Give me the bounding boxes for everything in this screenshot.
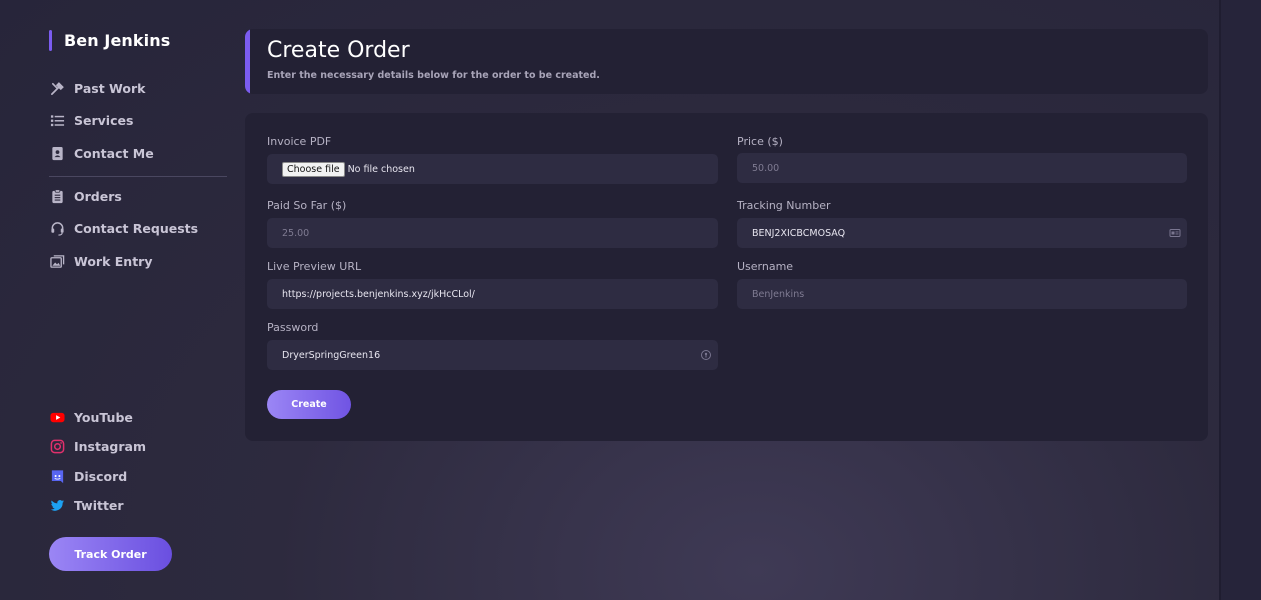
twitter-icon xyxy=(49,497,65,513)
paid-label: Paid So Far ($) xyxy=(267,199,347,212)
nav-item-past-work[interactable]: Past Work xyxy=(49,78,145,98)
nav-label: Contact Requests xyxy=(74,220,199,236)
price-label: Price ($) xyxy=(737,135,783,148)
nav-label: Services xyxy=(74,112,134,128)
paid-input[interactable]: 25.00 xyxy=(267,218,718,248)
social-youtube[interactable]: YouTube xyxy=(49,407,133,427)
page-title: Create Order xyxy=(267,38,410,63)
tracking-label: Tracking Number xyxy=(737,199,831,212)
social-discord[interactable]: Discord xyxy=(49,466,127,486)
nav-label: Work Entry xyxy=(74,253,153,269)
tracking-input[interactable]: BENJ2XICBCMOSAQ xyxy=(737,218,1187,248)
page-header: Create Order Enter the necessary details… xyxy=(245,29,1208,94)
social-twitter[interactable]: Twitter xyxy=(49,495,124,515)
social-label: Twitter xyxy=(74,497,124,513)
instagram-icon xyxy=(49,438,65,454)
nav-label: Past Work xyxy=(74,80,146,96)
youtube-icon xyxy=(49,409,65,425)
file-status: No file chosen xyxy=(347,163,415,175)
invoice-label: Invoice PDF xyxy=(267,135,332,148)
sidebar: Ben Jenkins Past Work Services Contact M… xyxy=(0,0,245,600)
scrollbar-track[interactable] xyxy=(1219,0,1261,600)
paid-placeholder: 25.00 xyxy=(282,227,310,239)
preview-url-value: https://projects.benjenkins.xyz/jkHcCLol… xyxy=(282,288,475,300)
discord-icon xyxy=(49,468,65,484)
social-label: Discord xyxy=(74,468,128,484)
nav-item-contact-requests[interactable]: Contact Requests xyxy=(49,218,198,238)
brand-name: Ben Jenkins xyxy=(64,30,171,50)
brand-accent-bar xyxy=(49,29,52,51)
key-icon[interactable] xyxy=(700,349,712,361)
nav-item-contact-me[interactable]: Contact Me xyxy=(49,143,154,163)
nav-label: Contact Me xyxy=(74,145,154,161)
username-input[interactable]: BenJenkins xyxy=(737,279,1187,309)
preview-url-input[interactable]: https://projects.benjenkins.xyz/jkHcCLol… xyxy=(267,279,718,309)
list-icon xyxy=(49,112,65,128)
headset-icon xyxy=(49,220,65,236)
track-order-button[interactable]: Track Order xyxy=(49,537,172,571)
page-subtitle: Enter the necessary details below for th… xyxy=(267,70,600,81)
password-value: DryerSpringGreen16 xyxy=(282,349,381,361)
price-placeholder: 50.00 xyxy=(752,162,780,174)
nav-label: Orders xyxy=(74,188,122,204)
nav-item-orders[interactable]: Orders xyxy=(49,186,122,206)
sidebar-divider xyxy=(49,176,227,177)
social-label: YouTube xyxy=(74,409,133,425)
password-label: Password xyxy=(267,321,319,334)
choose-file-button[interactable]: Choose file xyxy=(282,161,345,177)
price-input[interactable]: 50.00 xyxy=(737,153,1187,183)
tracking-value: BENJ2XICBCMOSAQ xyxy=(752,227,846,239)
images-icon xyxy=(49,253,65,269)
password-input[interactable]: DryerSpringGreen16 xyxy=(267,340,718,370)
header-accent-bar xyxy=(245,29,250,94)
brand: Ben Jenkins xyxy=(49,29,171,51)
username-placeholder: BenJenkins xyxy=(752,288,805,300)
username-label: Username xyxy=(737,260,794,273)
invoice-file-input[interactable]: Choose file No file chosen xyxy=(267,154,718,184)
preview-label: Live Preview URL xyxy=(267,260,362,273)
contact-book-icon xyxy=(49,145,65,161)
clipboard-icon xyxy=(49,188,65,204)
nav-item-work-entry[interactable]: Work Entry xyxy=(49,251,153,271)
create-order-form: Invoice PDF Choose file No file chosen P… xyxy=(245,113,1208,441)
id-card-icon[interactable] xyxy=(1169,227,1181,239)
nav-item-services[interactable]: Services xyxy=(49,110,133,130)
social-label: Instagram xyxy=(74,438,146,454)
tools-icon xyxy=(49,80,65,96)
social-instagram[interactable]: Instagram xyxy=(49,436,146,456)
create-button[interactable]: Create xyxy=(267,390,351,419)
